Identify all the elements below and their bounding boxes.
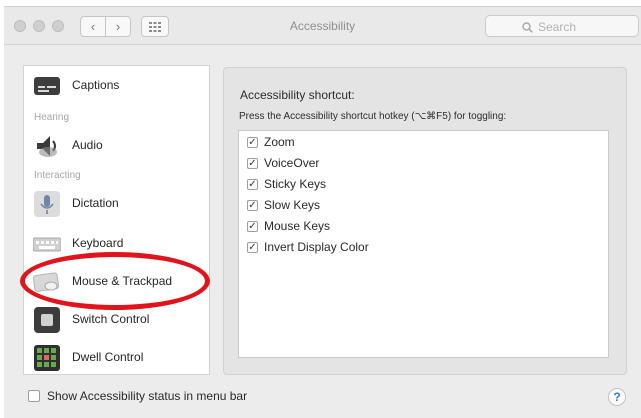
microphone-icon [34, 191, 60, 217]
sidebar-item-label: Captions [72, 78, 120, 92]
sidebar-item-dictation[interactable]: Dictation [24, 186, 209, 222]
option-label: Zoom [264, 135, 295, 149]
panel-subtitle: Press the Accessibility shortcut hotkey … [239, 111, 507, 122]
speaker-icon [37, 136, 57, 157]
sidebar-item-label: Dwell Control [72, 350, 144, 364]
keyboard-icon [33, 237, 61, 252]
status-checkbox[interactable] [28, 390, 40, 402]
option-row-slow-keys[interactable]: ✓ Slow Keys [247, 196, 320, 214]
red-highlight-ellipse [20, 252, 210, 310]
option-row-mouse-keys[interactable]: ✓ Mouse Keys [247, 217, 330, 235]
captions-icon [34, 77, 60, 95]
option-label: VoiceOver [264, 156, 320, 170]
option-row-sticky-keys[interactable]: ✓ Sticky Keys [247, 175, 326, 193]
section-header-interacting: Interacting [34, 170, 81, 181]
sidebar-item-label: Audio [72, 138, 103, 152]
checkbox-checked[interactable]: ✓ [247, 136, 258, 148]
option-label: Slow Keys [264, 198, 321, 212]
magnifier-icon [522, 21, 533, 33]
sidebar-item-dwell-control[interactable]: Dwell Control [24, 340, 209, 374]
shortcut-options-list: ✓ Zoom ✓ VoiceOver ✓ Sticky Keys ✓ Slow … [238, 130, 609, 358]
search-field[interactable]: Search [485, 15, 639, 37]
sidebar: Captions Hearing Audio Interacting Dicta… [23, 65, 210, 375]
sidebar-item-captions[interactable]: Captions [24, 68, 209, 104]
preferences-window: ‹ › Accessibility Search Captions Hearin… [4, 6, 641, 418]
checkbox-checked[interactable]: ✓ [247, 157, 258, 169]
search-placeholder: Search [538, 20, 577, 34]
sidebar-item-label: Dictation [72, 196, 119, 210]
checkbox-checked[interactable]: ✓ [247, 220, 258, 232]
option-label: Invert Display Color [264, 240, 369, 254]
sidebar-item-audio[interactable]: Audio [24, 128, 209, 164]
help-icon: ? [613, 390, 621, 404]
sidebar-item-label: Switch Control [72, 312, 150, 326]
switch-control-icon [34, 307, 60, 333]
option-row-voiceover[interactable]: ✓ VoiceOver [247, 154, 319, 172]
panel-title: Accessibility shortcut: [240, 88, 355, 102]
checkbox-checked[interactable]: ✓ [247, 199, 258, 211]
status-menu-bar-option[interactable]: Show Accessibility status in menu bar [28, 389, 247, 403]
shortcut-panel: Accessibility shortcut: Press the Access… [223, 67, 627, 375]
help-button[interactable]: ? [608, 388, 626, 406]
option-label: Sticky Keys [264, 177, 327, 191]
dwell-control-icon [34, 345, 60, 371]
option-row-invert-display-color[interactable]: ✓ Invert Display Color [247, 238, 369, 256]
sidebar-item-label: Keyboard [72, 236, 124, 250]
checkbox-checked[interactable]: ✓ [247, 178, 258, 190]
option-label: Mouse Keys [264, 219, 331, 233]
title-bar: ‹ › Accessibility Search [4, 7, 641, 45]
status-checkbox-label: Show Accessibility status in menu bar [47, 389, 248, 403]
option-row-zoom[interactable]: ✓ Zoom [247, 133, 295, 151]
checkbox-checked[interactable]: ✓ [247, 241, 258, 253]
section-header-hearing: Hearing [34, 112, 70, 123]
